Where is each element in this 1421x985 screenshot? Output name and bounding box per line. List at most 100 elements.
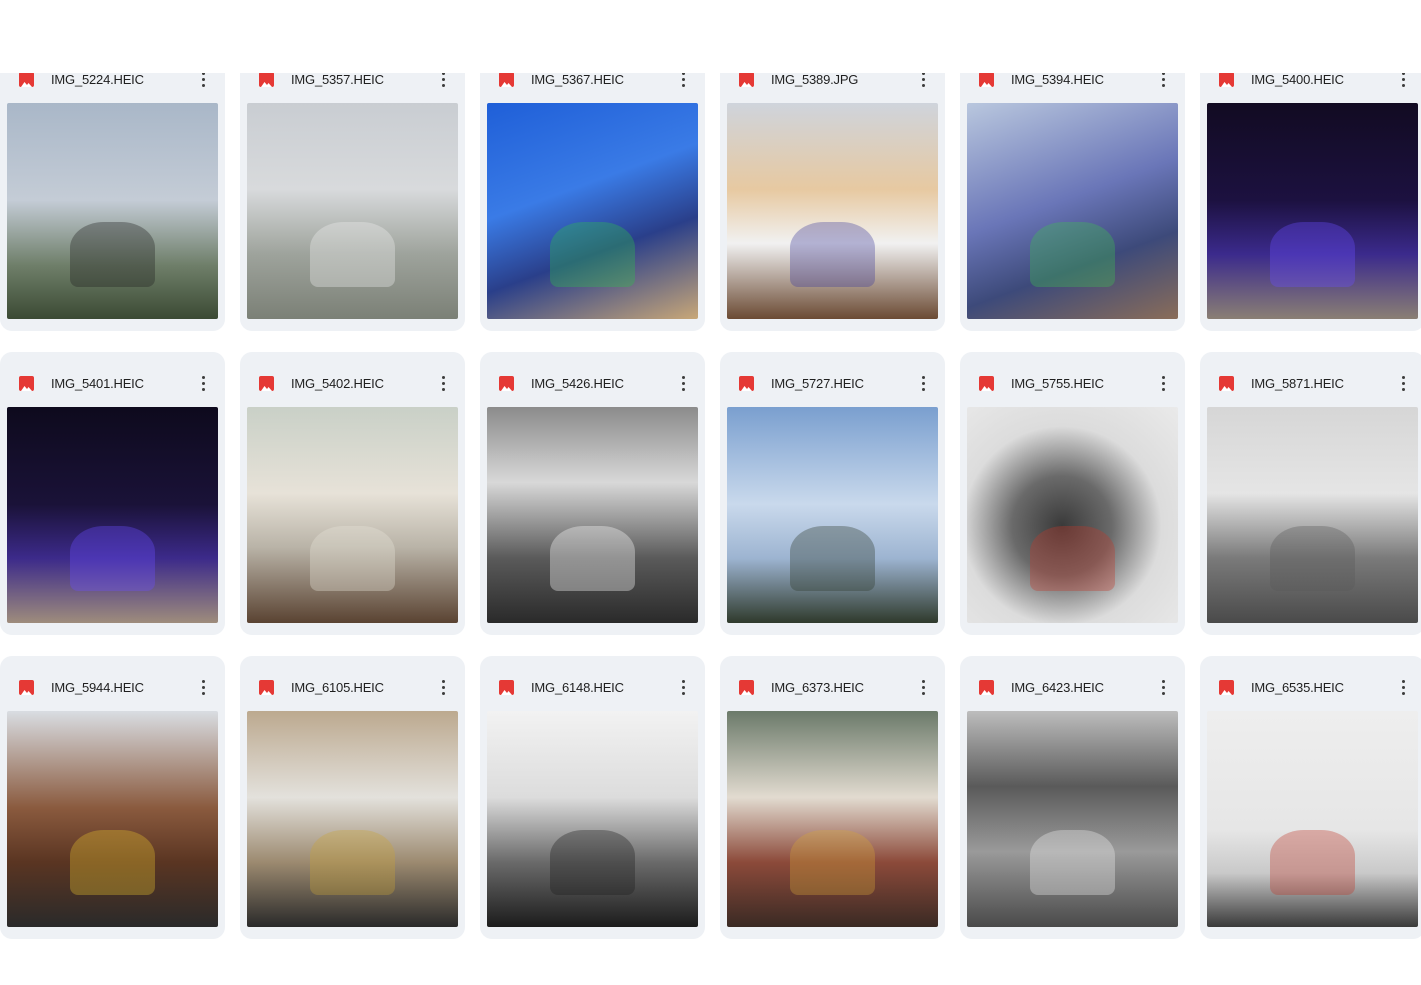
thumbnail-detail — [310, 829, 395, 895]
thumbnail[interactable] — [967, 103, 1178, 319]
more-options-icon[interactable] — [193, 675, 213, 699]
file-name: IMG_5400.HEIC — [1251, 71, 1344, 87]
file-card[interactable]: IMG_5727.HEIC — [720, 352, 945, 635]
more-options-icon[interactable] — [913, 371, 933, 395]
card-header: IMG_6148.HEIC — [480, 672, 705, 702]
file-card[interactable]: IMG_5357.HEIC — [240, 48, 465, 331]
file-name: IMG_6423.HEIC — [1011, 679, 1104, 695]
file-name: IMG_6373.HEIC — [771, 679, 864, 695]
image-file-icon — [739, 71, 754, 87]
thumbnail-detail — [1270, 221, 1355, 287]
file-name: IMG_5389.JPG — [771, 71, 859, 87]
file-card[interactable]: IMG_5426.HEIC — [480, 352, 705, 635]
thumbnail-detail — [310, 221, 395, 287]
thumbnail-detail — [1030, 525, 1115, 591]
thumbnail-detail — [1030, 829, 1115, 895]
file-name: IMG_5401.HEIC — [51, 375, 144, 391]
thumbnail[interactable] — [487, 407, 698, 623]
thumbnail[interactable] — [7, 711, 218, 927]
file-card[interactable]: IMG_6535.HEIC — [1200, 656, 1421, 939]
file-card[interactable]: IMG_5402.HEIC — [240, 352, 465, 635]
more-options-icon[interactable] — [1393, 371, 1413, 395]
file-name: IMG_5367.HEIC — [531, 71, 624, 87]
thumbnail[interactable] — [247, 407, 458, 623]
thumbnail[interactable] — [727, 711, 938, 927]
thumbnail[interactable] — [1207, 711, 1418, 927]
image-file-icon — [19, 679, 34, 695]
card-header: IMG_6535.HEIC — [1200, 672, 1421, 702]
thumbnail[interactable] — [1207, 103, 1418, 319]
file-name: IMG_6535.HEIC — [1251, 679, 1344, 695]
card-header: IMG_6373.HEIC — [720, 672, 945, 702]
more-options-icon[interactable] — [673, 371, 693, 395]
image-file-icon — [739, 375, 754, 391]
file-card[interactable]: IMG_5755.HEIC — [960, 352, 1185, 635]
file-card[interactable]: IMG_6373.HEIC — [720, 656, 945, 939]
card-header: IMG_5401.HEIC — [0, 368, 225, 398]
card-header: IMG_6105.HEIC — [240, 672, 465, 702]
image-file-icon — [259, 71, 274, 87]
thumbnail[interactable] — [967, 711, 1178, 927]
image-file-icon — [19, 375, 34, 391]
thumbnail-detail — [790, 221, 875, 287]
thumbnail[interactable] — [7, 103, 218, 319]
more-options-icon[interactable] — [433, 371, 453, 395]
file-card[interactable]: IMG_5367.HEIC — [480, 48, 705, 331]
thumbnail[interactable] — [967, 407, 1178, 623]
image-file-icon — [979, 375, 994, 391]
file-card[interactable]: IMG_5394.HEIC — [960, 48, 1185, 331]
thumbnail[interactable] — [7, 407, 218, 623]
file-name: IMG_5426.HEIC — [531, 375, 624, 391]
thumbnail-detail — [310, 525, 395, 591]
file-card[interactable]: IMG_6148.HEIC — [480, 656, 705, 939]
image-file-icon — [979, 71, 994, 87]
image-file-icon — [979, 679, 994, 695]
file-card[interactable]: IMG_6105.HEIC — [240, 656, 465, 939]
thumbnail[interactable] — [487, 711, 698, 927]
card-header: IMG_5871.HEIC — [1200, 368, 1421, 398]
more-options-icon[interactable] — [1153, 371, 1173, 395]
file-card[interactable]: IMG_5944.HEIC — [0, 656, 225, 939]
file-card[interactable]: IMG_5389.JPG — [720, 48, 945, 331]
thumbnail[interactable] — [1207, 407, 1418, 623]
thumbnail[interactable] — [487, 103, 698, 319]
file-card[interactable]: IMG_5224.HEIC — [0, 48, 225, 331]
thumbnail-detail — [1270, 525, 1355, 591]
image-file-icon — [1219, 679, 1234, 695]
card-header: IMG_5426.HEIC — [480, 368, 705, 398]
image-file-icon — [1219, 71, 1234, 87]
thumbnail[interactable] — [727, 103, 938, 319]
image-file-icon — [499, 375, 514, 391]
file-name: IMG_5402.HEIC — [291, 375, 384, 391]
image-file-icon — [1219, 375, 1234, 391]
more-options-icon[interactable] — [433, 675, 453, 699]
file-card[interactable]: IMG_6423.HEIC — [960, 656, 1185, 939]
file-name: IMG_5357.HEIC — [291, 71, 384, 87]
thumbnail-detail — [790, 525, 875, 591]
file-name: IMG_5755.HEIC — [1011, 375, 1104, 391]
card-header: IMG_5402.HEIC — [240, 368, 465, 398]
thumbnail-detail — [550, 829, 635, 895]
thumbnail-detail — [70, 829, 155, 895]
thumbnail-detail — [70, 525, 155, 591]
file-card[interactable]: IMG_5400.HEIC — [1200, 48, 1421, 331]
more-options-icon[interactable] — [673, 675, 693, 699]
image-file-icon — [259, 375, 274, 391]
thumbnail-detail — [70, 221, 155, 287]
card-header: IMG_5755.HEIC — [960, 368, 1185, 398]
card-header: IMG_5944.HEIC — [0, 672, 225, 702]
thumbnail[interactable] — [247, 103, 458, 319]
card-header: IMG_6423.HEIC — [960, 672, 1185, 702]
file-card[interactable]: IMG_5401.HEIC — [0, 352, 225, 635]
file-card[interactable]: IMG_5871.HEIC — [1200, 352, 1421, 635]
more-options-icon[interactable] — [913, 675, 933, 699]
file-name: IMG_5871.HEIC — [1251, 375, 1344, 391]
thumbnail-detail — [1270, 829, 1355, 895]
file-name: IMG_5394.HEIC — [1011, 71, 1104, 87]
thumbnail[interactable] — [727, 407, 938, 623]
more-options-icon[interactable] — [193, 371, 213, 395]
thumbnail[interactable] — [247, 711, 458, 927]
thumbnail-detail — [1030, 221, 1115, 287]
more-options-icon[interactable] — [1153, 675, 1173, 699]
more-options-icon[interactable] — [1393, 675, 1413, 699]
